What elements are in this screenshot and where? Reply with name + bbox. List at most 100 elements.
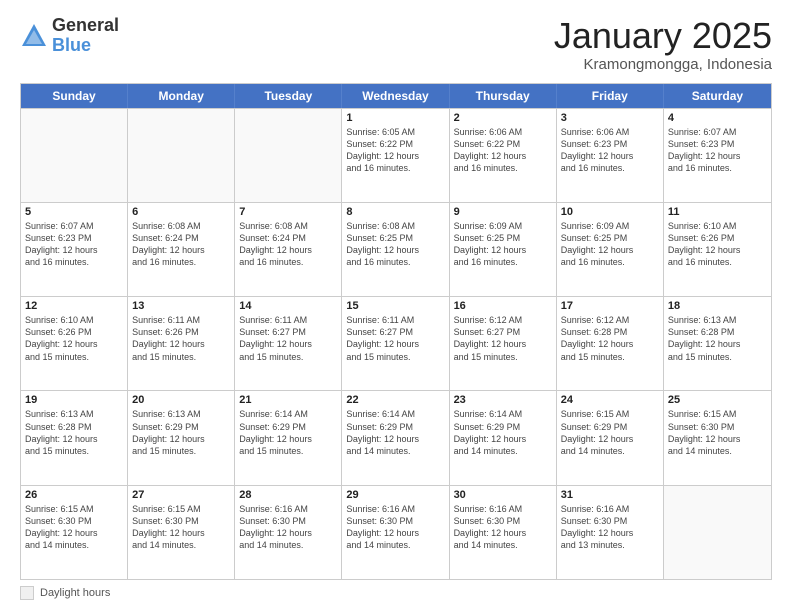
footer: Daylight hours <box>20 586 772 600</box>
logo-blue: Blue <box>52 36 119 56</box>
calendar-cell: 7 Sunrise: 6:08 AM Sunset: 6:24 PM Daylig… <box>235 203 342 296</box>
day-info: Sunrise: 6:15 AM Sunset: 6:30 PM Dayligh… <box>668 408 767 457</box>
day-number: 2 <box>454 112 552 124</box>
day-info: Sunrise: 6:07 AM Sunset: 6:23 PM Dayligh… <box>25 220 123 269</box>
day-number: 23 <box>454 394 552 406</box>
day-number: 13 <box>132 300 230 312</box>
day-info: Sunrise: 6:11 AM Sunset: 6:27 PM Dayligh… <box>346 314 444 363</box>
calendar-cell: 9Sunrise: 6:09 AM Sunset: 6:25 PM Daylig… <box>450 203 557 296</box>
daylight-box <box>20 586 34 600</box>
day-info: Sunrise: 6:16 AM Sunset: 6:30 PM Dayligh… <box>239 503 337 552</box>
day-number: 27 <box>132 489 230 501</box>
calendar-row-1: 1Sunrise: 6:05 AM Sunset: 6:22 PM Daylig… <box>21 108 771 202</box>
day-number: 14 <box>239 300 337 312</box>
calendar-cell: 19Sunrise: 6:13 AM Sunset: 6:28 PM Dayli… <box>21 391 128 484</box>
day-info: Sunrise: 6:10 AM Sunset: 6:26 PM Dayligh… <box>668 220 767 269</box>
day-info: Sunrise: 6:16 AM Sunset: 6:30 PM Dayligh… <box>561 503 659 552</box>
day-info: Sunrise: 6:16 AM Sunset: 6:30 PM Dayligh… <box>346 503 444 552</box>
day-number: 18 <box>668 300 767 312</box>
header-day-saturday: Saturday <box>664 84 771 108</box>
day-number: 7 <box>239 206 337 218</box>
calendar-row-3: 12Sunrise: 6:10 AM Sunset: 6:26 PM Dayli… <box>21 296 771 390</box>
day-info: Sunrise: 6:14 AM Sunset: 6:29 PM Dayligh… <box>346 408 444 457</box>
calendar-cell: 2 Sunrise: 6:06 AM Sunset: 6:22 PM Daylig… <box>450 109 557 202</box>
day-number: 17 <box>561 300 659 312</box>
calendar-cell: 20 Sunrise: 6:13 AM Sunset: 6:29 PM Dayli… <box>128 391 235 484</box>
calendar-cell: 23 Sunrise: 6:14 AM Sunset: 6:29 PM Dayli… <box>450 391 557 484</box>
day-number: 26 <box>25 489 123 501</box>
day-info: Sunrise: 6:08 AM Sunset: 6:24 PM Dayligh… <box>239 220 337 269</box>
calendar-cell <box>128 109 235 202</box>
day-info: Sunrise: 6:15 AM Sunset: 6:30 PM Dayligh… <box>25 503 123 552</box>
day-number: 10 <box>561 206 659 218</box>
title-location: Kramongmongga, Indonesia <box>554 56 772 73</box>
day-number: 1 <box>346 112 444 124</box>
day-info: Sunrise: 6:15 AM Sunset: 6:30 PM Dayligh… <box>132 503 230 552</box>
day-number: 30 <box>454 489 552 501</box>
day-info: Sunrise: 6:11 AM Sunset: 6:26 PM Dayligh… <box>132 314 230 363</box>
title-block: January 2025 Kramongmongga, Indonesia <box>554 16 772 73</box>
day-number: 9 <box>454 206 552 218</box>
page: General Blue January 2025 Kramongmongga,… <box>0 0 792 612</box>
day-number: 4 <box>668 112 767 124</box>
calendar-cell: 12Sunrise: 6:10 AM Sunset: 6:26 PM Dayli… <box>21 297 128 390</box>
day-number: 20 <box>132 394 230 406</box>
calendar-row-4: 19Sunrise: 6:13 AM Sunset: 6:28 PM Dayli… <box>21 390 771 484</box>
footer-label: Daylight hours <box>40 587 110 599</box>
logo-text: General Blue <box>52 16 119 56</box>
day-info: Sunrise: 6:14 AM Sunset: 6:29 PM Dayligh… <box>239 408 337 457</box>
calendar: SundayMondayTuesdayWednesdayThursdayFrid… <box>20 83 772 580</box>
day-info: Sunrise: 6:15 AM Sunset: 6:29 PM Dayligh… <box>561 408 659 457</box>
calendar-cell: 5Sunrise: 6:07 AM Sunset: 6:23 PM Daylig… <box>21 203 128 296</box>
calendar-row-2: 5Sunrise: 6:07 AM Sunset: 6:23 PM Daylig… <box>21 202 771 296</box>
day-info: Sunrise: 6:13 AM Sunset: 6:28 PM Dayligh… <box>668 314 767 363</box>
day-info: Sunrise: 6:12 AM Sunset: 6:28 PM Dayligh… <box>561 314 659 363</box>
day-number: 29 <box>346 489 444 501</box>
logo-general: General <box>52 16 119 36</box>
calendar-cell: 8 Sunrise: 6:08 AM Sunset: 6:25 PM Daylig… <box>342 203 449 296</box>
day-number: 19 <box>25 394 123 406</box>
calendar-cell: 14 Sunrise: 6:11 AM Sunset: 6:27 PM Dayli… <box>235 297 342 390</box>
day-info: Sunrise: 6:06 AM Sunset: 6:23 PM Dayligh… <box>561 126 659 175</box>
calendar-cell: 17 Sunrise: 6:12 AM Sunset: 6:28 PM Dayli… <box>557 297 664 390</box>
calendar-body: 1Sunrise: 6:05 AM Sunset: 6:22 PM Daylig… <box>21 108 771 579</box>
day-info: Sunrise: 6:12 AM Sunset: 6:27 PM Dayligh… <box>454 314 552 363</box>
header-day-wednesday: Wednesday <box>342 84 449 108</box>
day-info: Sunrise: 6:08 AM Sunset: 6:25 PM Dayligh… <box>346 220 444 269</box>
day-info: Sunrise: 6:06 AM Sunset: 6:22 PM Dayligh… <box>454 126 552 175</box>
day-info: Sunrise: 6:13 AM Sunset: 6:29 PM Dayligh… <box>132 408 230 457</box>
day-number: 22 <box>346 394 444 406</box>
day-number: 21 <box>239 394 337 406</box>
calendar-cell: 21 Sunrise: 6:14 AM Sunset: 6:29 PM Dayli… <box>235 391 342 484</box>
header-day-sunday: Sunday <box>21 84 128 108</box>
day-info: Sunrise: 6:11 AM Sunset: 6:27 PM Dayligh… <box>239 314 337 363</box>
calendar-cell: 25Sunrise: 6:15 AM Sunset: 6:30 PM Dayli… <box>664 391 771 484</box>
day-info: Sunrise: 6:07 AM Sunset: 6:23 PM Dayligh… <box>668 126 767 175</box>
day-number: 31 <box>561 489 659 501</box>
calendar-cell: 22 Sunrise: 6:14 AM Sunset: 6:29 PM Dayli… <box>342 391 449 484</box>
calendar-cell: 6 Sunrise: 6:08 AM Sunset: 6:24 PM Daylig… <box>128 203 235 296</box>
calendar-cell <box>21 109 128 202</box>
calendar-cell <box>664 486 771 579</box>
header-day-monday: Monday <box>128 84 235 108</box>
calendar-cell: 11 Sunrise: 6:10 AM Sunset: 6:26 PM Dayli… <box>664 203 771 296</box>
header-day-tuesday: Tuesday <box>235 84 342 108</box>
day-number: 11 <box>668 206 767 218</box>
calendar-cell: 3 Sunrise: 6:06 AM Sunset: 6:23 PM Daylig… <box>557 109 664 202</box>
day-number: 3 <box>561 112 659 124</box>
calendar-cell: 18 Sunrise: 6:13 AM Sunset: 6:28 PM Dayli… <box>664 297 771 390</box>
calendar-cell: 13 Sunrise: 6:11 AM Sunset: 6:26 PM Dayli… <box>128 297 235 390</box>
title-month: January 2025 <box>554 16 772 56</box>
logo: General Blue <box>20 16 119 56</box>
day-info: Sunrise: 6:08 AM Sunset: 6:24 PM Dayligh… <box>132 220 230 269</box>
day-number: 8 <box>346 206 444 218</box>
day-info: Sunrise: 6:14 AM Sunset: 6:29 PM Dayligh… <box>454 408 552 457</box>
day-info: Sunrise: 6:16 AM Sunset: 6:30 PM Dayligh… <box>454 503 552 552</box>
calendar-cell: 4 Sunrise: 6:07 AM Sunset: 6:23 PM Daylig… <box>664 109 771 202</box>
calendar-header: SundayMondayTuesdayWednesdayThursdayFrid… <box>21 84 771 108</box>
day-number: 12 <box>25 300 123 312</box>
header-day-thursday: Thursday <box>450 84 557 108</box>
calendar-cell: 15Sunrise: 6:11 AM Sunset: 6:27 PM Dayli… <box>342 297 449 390</box>
day-number: 6 <box>132 206 230 218</box>
calendar-cell: 1Sunrise: 6:05 AM Sunset: 6:22 PM Daylig… <box>342 109 449 202</box>
